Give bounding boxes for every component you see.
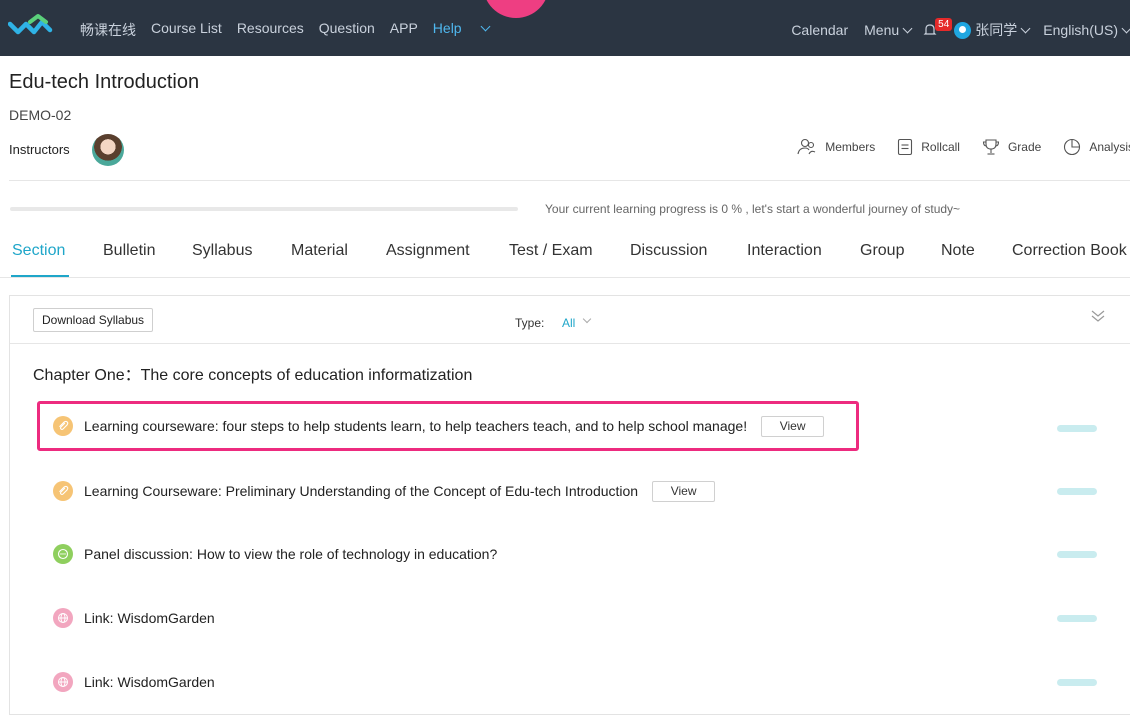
item-status-bar — [1057, 425, 1097, 432]
rollcall-label: Rollcall — [921, 140, 960, 154]
chevron-down-icon — [480, 21, 491, 32]
nav-resources[interactable]: Resources — [237, 20, 304, 40]
tab-bulletin[interactable]: Bulletin — [103, 242, 155, 260]
type-filter-select[interactable]: All — [562, 316, 575, 330]
members-button[interactable]: Members — [797, 138, 875, 156]
chevron-down-icon — [582, 314, 592, 324]
members-icon — [797, 138, 816, 155]
nav-course-list[interactable]: Course List — [151, 20, 222, 40]
item-status-bar — [1057, 615, 1097, 622]
pointer-marker — [483, 0, 549, 18]
list-item-title[interactable]: Link: WisdomGarden — [84, 674, 215, 690]
nav-help-label: Help — [432, 20, 462, 36]
discussion-icon — [53, 544, 73, 564]
highlight-box — [37, 401, 859, 451]
rollcall-button[interactable]: Rollcall — [897, 138, 960, 156]
nav-user[interactable]: 张同学 — [975, 20, 1031, 40]
list-item-title[interactable]: Learning Courseware: Preliminary Underst… — [84, 483, 638, 499]
notification-badge: 54 — [935, 17, 953, 31]
nav-question[interactable]: Question — [319, 20, 375, 40]
nav-user-name: 张同学 — [975, 22, 1018, 38]
top-nav-bar: 畅课在线 Course List Resources Question APP … — [0, 0, 1130, 56]
item-status-bar — [1057, 551, 1097, 558]
tab-syllabus[interactable]: Syllabus — [192, 242, 252, 260]
nav-menu[interactable]: Menu — [864, 22, 913, 38]
course-tabs: Section Bulletin Syllabus Material Assig… — [0, 242, 1130, 278]
analysis-button[interactable]: Analysis — [1063, 138, 1130, 156]
nav-home[interactable]: 畅课在线 — [80, 20, 136, 40]
list-item[interactable]: Link: WisdomGarden — [53, 672, 215, 692]
instructors-label: Instructors — [9, 142, 70, 157]
chevron-down-icon — [1020, 23, 1031, 34]
pie-chart-icon — [1064, 138, 1081, 156]
trophy-icon — [982, 139, 1000, 155]
nav-calendar[interactable]: Calendar — [791, 22, 848, 38]
item-status-bar — [1057, 488, 1097, 495]
rollcall-icon — [898, 138, 913, 156]
tab-section[interactable]: Section — [12, 242, 65, 260]
courseware-icon — [53, 481, 73, 501]
chapter-title: Chapter One：The core concepts of educati… — [33, 367, 473, 384]
tab-note[interactable]: Note — [941, 242, 975, 260]
tab-group[interactable]: Group — [860, 242, 904, 260]
instructor-avatar[interactable] — [92, 134, 124, 166]
nav-language[interactable]: English(US) — [1043, 22, 1130, 38]
analysis-label: Analysis — [1089, 140, 1130, 154]
nav-help[interactable]: Help — [432, 20, 491, 40]
course-code: DEMO-02 — [9, 107, 72, 123]
grade-button[interactable]: Grade — [982, 138, 1041, 156]
logo-icon[interactable] — [8, 12, 56, 38]
list-item-title[interactable]: Link: WisdomGarden — [84, 610, 215, 626]
tab-test-exam[interactable]: Test / Exam — [509, 242, 593, 260]
type-filter-label: Type: — [515, 316, 545, 330]
section-panel: Download Syllabus Type: All — [9, 295, 1130, 715]
tab-discussion[interactable]: Discussion — [630, 242, 707, 260]
course-title: Edu-tech Introduction — [9, 71, 200, 93]
nav-language-label: English(US) — [1043, 22, 1118, 38]
link-icon — [53, 672, 73, 692]
item-status-bar — [1057, 679, 1097, 686]
tab-correction-book[interactable]: Correction Book — [1012, 242, 1127, 260]
nav-menu-label: Menu — [864, 22, 900, 38]
download-syllabus-button[interactable]: Download Syllabus — [33, 308, 154, 332]
view-button[interactable]: View — [652, 480, 716, 502]
grade-label: Grade — [1007, 140, 1042, 154]
link-icon — [53, 608, 73, 628]
list-item[interactable]: Learning Courseware: Preliminary Underst… — [53, 480, 716, 502]
tab-interaction[interactable]: Interaction — [747, 242, 822, 260]
members-label: Members — [825, 140, 876, 154]
list-item-title[interactable]: Panel discussion: How to view the role o… — [84, 546, 497, 562]
nav-app[interactable]: APP — [390, 20, 418, 40]
panel-header: Download Syllabus Type: All — [10, 296, 1130, 344]
list-item[interactable]: Panel discussion: How to view the role o… — [53, 544, 497, 564]
list-item[interactable]: Link: WisdomGarden — [53, 608, 215, 628]
user-avatar[interactable] — [954, 21, 972, 39]
collapse-all-icon[interactable] — [1090, 308, 1106, 324]
chevron-down-icon — [902, 23, 913, 34]
tab-material[interactable]: Material — [291, 242, 348, 260]
active-tab-indicator — [11, 275, 69, 277]
learning-progress-bar — [10, 207, 518, 211]
learning-progress-text: Your current learning progress is 0 % , … — [545, 202, 961, 216]
course-tools: Members Rollcall Grade Analysis — [797, 138, 1130, 156]
header-divider — [9, 180, 1130, 181]
chevron-down-icon — [1121, 23, 1130, 34]
tab-assignment[interactable]: Assignment — [386, 242, 470, 260]
